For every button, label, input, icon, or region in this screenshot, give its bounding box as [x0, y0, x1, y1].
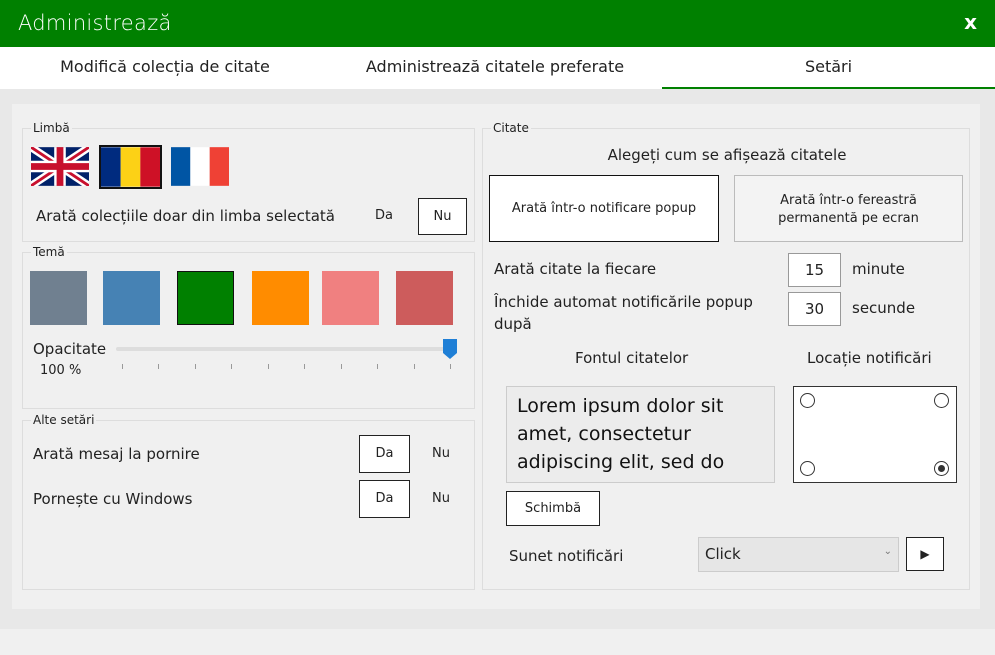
theme-swatch-steelblue[interactable] — [103, 271, 160, 325]
popup-mode-button[interactable]: Arată într-o notificare popup — [489, 175, 719, 242]
slider-tick — [341, 364, 342, 369]
show-every-label: Arată citate la fiecare — [494, 260, 657, 278]
theme-group-title: Temă — [31, 245, 67, 259]
show-every-input[interactable]: 15 — [788, 253, 841, 287]
location-bottom-right-radio[interactable] — [934, 461, 949, 476]
slider-tick — [377, 364, 378, 369]
ro-flag-icon — [101, 147, 160, 187]
startup-message-no[interactable]: Nu — [432, 446, 450, 461]
fr-flag-icon — [171, 147, 229, 186]
language-filter-label: Arată colecțiile doar din limba selectat… — [36, 207, 335, 225]
tab-settings[interactable]: Setări — [662, 47, 995, 89]
tab-edit-collection[interactable]: Modifică colecția de citate — [0, 47, 330, 89]
show-every-unit: minute — [852, 260, 905, 278]
opacity-slider-thumb[interactable] — [443, 339, 457, 359]
quotes-group-title: Citate — [491, 121, 531, 135]
language-group-title: Limbă — [31, 121, 72, 135]
chevron-down-icon: ⌄ — [883, 546, 892, 557]
sound-label: Sunet notificări — [509, 547, 624, 565]
settings-panel: Limbă Arată colecțiile doar din limba se… — [12, 104, 980, 609]
window-mode-button[interactable]: Arată într-o fereastră permanentă pe ecr… — [734, 175, 963, 242]
theme-swatch-indianred[interactable] — [396, 271, 453, 325]
play-sound-button[interactable]: ▶ — [906, 537, 944, 571]
flag-romanian[interactable] — [99, 145, 162, 189]
location-bottom-left-radio[interactable] — [800, 461, 815, 476]
slider-tick — [231, 364, 232, 369]
font-heading: Fontul citatelor — [575, 349, 689, 367]
play-icon: ▶ — [920, 547, 930, 561]
location-heading: Locație notificări — [807, 349, 932, 367]
start-with-windows-no[interactable]: Nu — [432, 491, 450, 506]
opacity-label: Opacitate — [33, 340, 107, 358]
uk-flag-icon — [31, 147, 89, 186]
flag-english[interactable] — [31, 147, 89, 186]
font-preview-box: Lorem ipsum dolor sit amet, consectetur … — [506, 386, 775, 483]
autoclose-input[interactable]: 30 — [788, 292, 841, 326]
sound-select[interactable]: Click ⌄ — [698, 537, 899, 572]
notification-location-grid — [793, 386, 957, 483]
other-settings-group: Alte setări Arată mesaj la pornire Da Nu… — [22, 413, 475, 590]
slider-tick — [414, 364, 415, 369]
flag-french[interactable] — [171, 147, 229, 186]
startup-message-yes-button[interactable]: Da — [359, 435, 410, 473]
opacity-value: 100 % — [40, 363, 82, 378]
autoclose-unit: secunde — [852, 299, 916, 317]
language-group: Limbă Arată colecțiile doar din limba se… — [22, 121, 475, 242]
display-mode-heading: Alegeți cum se afișează citatele — [607, 146, 847, 164]
other-settings-title: Alte setări — [31, 413, 97, 427]
theme-swatch-lightcoral[interactable] — [322, 271, 379, 325]
font-preview-text: Lorem ipsum dolor sit amet, consectetur … — [517, 395, 725, 473]
close-button[interactable]: x — [964, 10, 977, 34]
sound-select-value: Click — [705, 545, 741, 563]
change-font-button[interactable]: Schimbă — [506, 491, 600, 526]
settings-content: Limbă Arată colecțiile doar din limba se… — [0, 89, 995, 629]
quotes-group: Citate Alegeți cum se afișează citatele … — [482, 121, 970, 590]
slider-tick — [122, 364, 123, 369]
language-filter-yes[interactable]: Da — [375, 208, 393, 223]
location-top-right-radio[interactable] — [934, 393, 949, 408]
tab-bar: Modifică colecția de citate Administreaz… — [0, 47, 995, 89]
language-filter-no-button[interactable]: Nu — [418, 198, 467, 235]
autoclose-label: Închide automat notificările popup după — [494, 293, 753, 333]
startup-message-label: Arată mesaj la pornire — [33, 445, 200, 463]
location-top-left-radio[interactable] — [800, 393, 815, 408]
tab-favorites[interactable]: Administrează citatele preferate — [330, 47, 660, 89]
start-with-windows-yes-button[interactable]: Da — [359, 480, 410, 518]
theme-swatch-slate[interactable] — [30, 271, 87, 325]
slider-tick — [158, 364, 159, 369]
theme-swatch-green[interactable] — [177, 271, 234, 325]
theme-group: Temă Opacitate 100 % — [22, 245, 475, 409]
theme-swatch-orange[interactable] — [252, 271, 309, 325]
slider-tick — [195, 364, 196, 369]
slider-tick — [268, 364, 269, 369]
start-with-windows-label: Pornește cu Windows — [33, 490, 193, 508]
opacity-slider-track[interactable] — [116, 347, 456, 351]
title-bar: Administrează x — [0, 0, 995, 47]
window-title: Administrează — [18, 11, 172, 35]
slider-tick — [304, 364, 305, 369]
slider-tick — [450, 364, 451, 369]
